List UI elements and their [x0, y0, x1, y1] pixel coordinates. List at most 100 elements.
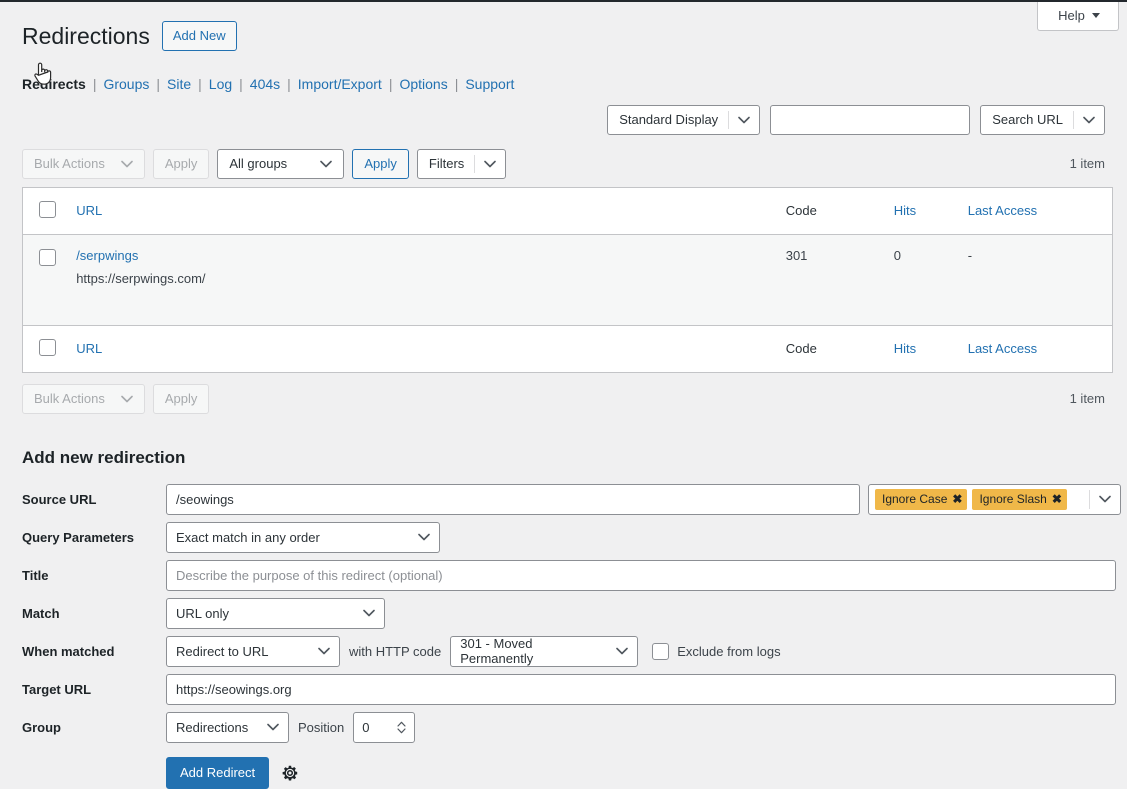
search-scope-label: Search URL: [992, 112, 1063, 128]
subnav-item-redirects[interactable]: Redirects: [22, 76, 86, 92]
redirect-target-url: https://serpwings.com/: [76, 270, 206, 286]
filters-label: Filters: [428, 156, 465, 172]
http-code-select[interactable]: 301 - Moved Permanently: [450, 635, 639, 667]
row-select-cell: [23, 234, 66, 325]
subnav-separator: |: [454, 75, 459, 92]
table-header-row: URL Code Hits Last Access: [23, 187, 1112, 235]
title-input[interactable]: [166, 559, 1116, 591]
target-url-input[interactable]: [166, 673, 1116, 705]
group-filter-label: All groups: [229, 156, 288, 172]
display-mode-select[interactable]: Standard Display: [607, 104, 761, 135]
close-icon[interactable]: ✖: [1052, 493, 1062, 505]
source-flags-box: Ignore Case ✖ Ignore Slash ✖: [868, 483, 1121, 515]
form-row-when-matched: When matched Redirect to URL with HTTP c…: [22, 635, 1113, 667]
label-title: Title: [22, 567, 49, 583]
label-when-matched: When matched: [22, 643, 115, 659]
query-parameters-value: Exact match in any order: [176, 529, 320, 545]
apply-group-filter-button[interactable]: Apply: [352, 148, 409, 179]
close-icon[interactable]: ✖: [952, 493, 962, 505]
row-url-cell: /serpwings https://serpwings.com/: [66, 234, 776, 325]
row-code-cell: 301: [785, 247, 808, 263]
chevron-down-icon[interactable]: [1090, 495, 1120, 503]
form-row-source-url: Source URL Ignore Case ✖ Ignore Slash ✖: [22, 483, 1121, 515]
query-parameters-select[interactable]: Exact match in any order: [166, 521, 440, 553]
match-select[interactable]: URL only: [166, 597, 385, 629]
chevron-down-icon: [729, 116, 759, 124]
item-count-top: 1 item: [1069, 156, 1105, 172]
chevron-down-icon: [418, 533, 430, 541]
select-all-checkbox[interactable]: [39, 200, 56, 218]
exclude-from-logs-checkbox[interactable]: [652, 642, 670, 660]
chevron-down-icon: [320, 160, 333, 168]
form-row-group: Group Redirections Position 0: [22, 711, 1113, 743]
column-footer-hits[interactable]: Hits: [883, 324, 958, 372]
column-header-url[interactable]: URL: [66, 187, 776, 235]
tablenav-top: Bulk Actions Apply All groups Apply Filt…: [22, 148, 1113, 179]
display-mode-label: Standard Display: [619, 112, 719, 128]
redirect-source-link[interactable]: /serpwings: [76, 248, 766, 263]
sub-navigation: Redirects | Groups | Site | Log | 404s |…: [22, 76, 1113, 92]
tablenav-bottom: Bulk Actions Apply 1 item: [22, 383, 1113, 414]
gear-icon[interactable]: [281, 764, 299, 782]
select-all-footer: [23, 324, 67, 372]
form-row-target-url: Target URL: [22, 673, 1116, 705]
label-position: Position: [298, 719, 345, 735]
apply-bulk-button-top[interactable]: Apply: [152, 148, 210, 179]
stepper-arrows-icon[interactable]: [397, 721, 406, 734]
column-header-hits[interactable]: Hits: [883, 187, 958, 235]
form-row-match: Match URL only: [22, 597, 1113, 629]
table-row: /serpwings https://serpwings.com/ 301 0 …: [23, 234, 1112, 326]
page-wrap: Redirections Add New Redirects | Groups …: [0, 0, 1127, 789]
position-value: 0: [362, 719, 370, 735]
chevron-down-icon: [1074, 116, 1104, 124]
when-matched-select[interactable]: Redirect to URL: [166, 635, 340, 667]
subnav-item-404s[interactable]: 404s: [250, 76, 280, 92]
flag-chip-ignore-slash[interactable]: Ignore Slash ✖: [972, 488, 1067, 510]
subnav-separator: |: [287, 75, 291, 92]
label-group: Group: [22, 719, 61, 735]
label-with-http-code: with HTTP code: [349, 643, 442, 659]
apply-bulk-button-bottom[interactable]: Apply: [152, 383, 210, 414]
search-scope-select[interactable]: Search URL: [980, 104, 1105, 135]
label-exclude-from-logs: Exclude from logs: [677, 643, 781, 659]
form-title: Add new redirection: [22, 447, 186, 467]
column-footer-url[interactable]: URL: [66, 324, 776, 372]
subnav-item-import-export[interactable]: Import/Export: [298, 76, 382, 92]
row-checkbox[interactable]: [39, 248, 56, 266]
row-actions-spacer: [76, 286, 766, 312]
column-footer-last-access[interactable]: Last Access: [957, 324, 1112, 372]
subnav-separator: |: [198, 75, 202, 92]
form-row-title: Title: [22, 559, 1116, 591]
subnav-item-groups[interactable]: Groups: [103, 76, 149, 92]
bulk-actions-label: Bulk Actions: [34, 156, 105, 172]
bulk-actions-select-bottom[interactable]: Bulk Actions: [22, 383, 145, 414]
column-header-code: Code: [775, 187, 884, 235]
column-header-last-access[interactable]: Last Access: [957, 187, 1112, 235]
chevron-down-icon: [616, 647, 629, 655]
position-stepper[interactable]: 0: [353, 711, 416, 743]
select-all-checkbox-footer[interactable]: [39, 338, 56, 356]
subnav-separator: |: [239, 75, 243, 92]
source-url-input[interactable]: [166, 483, 860, 515]
match-value: URL only: [176, 605, 229, 621]
add-redirect-button[interactable]: Add Redirect: [166, 756, 270, 789]
group-select[interactable]: Redirections: [166, 711, 289, 743]
bulk-actions-select-top[interactable]: Bulk Actions: [22, 148, 145, 179]
flag-chip-ignore-case[interactable]: Ignore Case ✖: [875, 488, 968, 510]
filters-select[interactable]: Filters: [416, 148, 507, 179]
http-code-value: 301 - Moved Permanently: [460, 636, 534, 667]
subnav-item-support[interactable]: Support: [465, 76, 514, 92]
subnav-item-site[interactable]: Site: [167, 76, 191, 92]
form-submit-row: Add Redirect: [22, 756, 1113, 789]
subnav-item-log[interactable]: Log: [209, 76, 232, 92]
group-filter-select[interactable]: All groups: [217, 148, 345, 179]
search-input[interactable]: [770, 104, 971, 135]
chevron-down-icon: [475, 160, 505, 168]
page-title: Redirections: [22, 23, 150, 49]
select-all-header: [23, 187, 67, 235]
group-value: Redirections: [176, 719, 249, 735]
add-new-button[interactable]: Add New: [161, 20, 237, 52]
subnav-item-options[interactable]: Options: [399, 76, 447, 92]
table-footer-row: URL Code Hits Last Access: [23, 324, 1112, 372]
column-footer-code: Code: [775, 324, 884, 372]
